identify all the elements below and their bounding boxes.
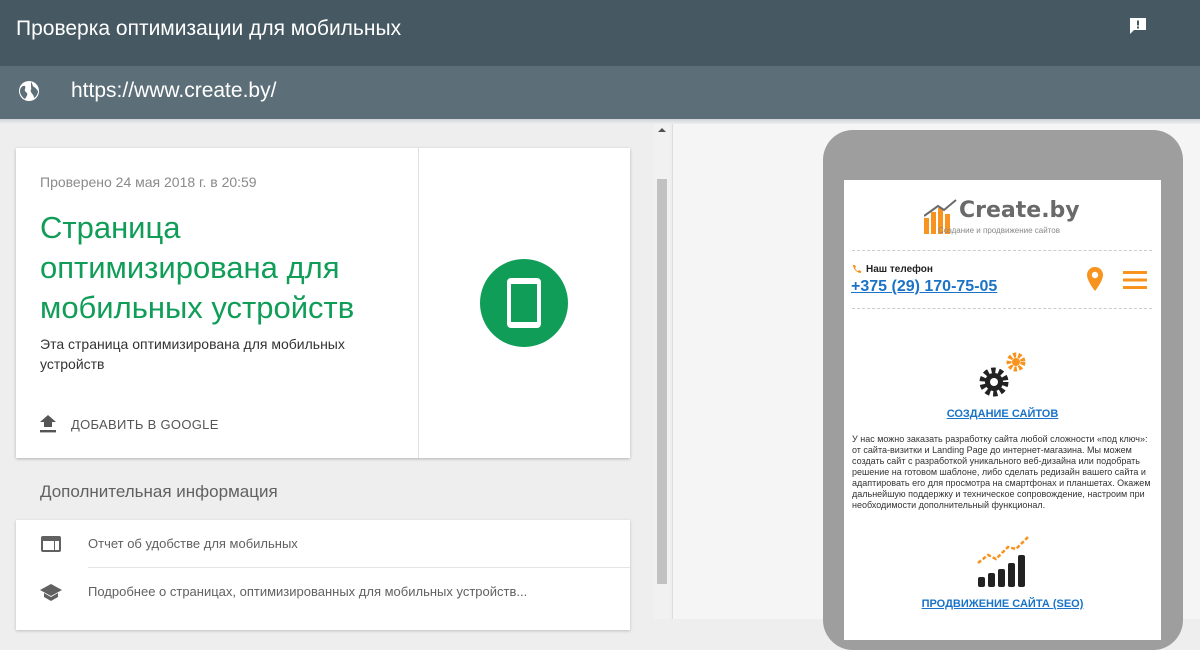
school-icon	[40, 584, 62, 601]
result-card: Проверено 24 мая 2018 г. в 20:59 Страниц…	[16, 148, 630, 458]
scrollbar-thumb[interactable]	[657, 179, 667, 584]
checked-timestamp: Проверено 24 мая 2018 г. в 20:59	[40, 174, 257, 190]
scroll-up-arrow-icon[interactable]	[658, 128, 666, 132]
globe-icon	[17, 79, 41, 103]
phone-label: Наш телефон	[866, 264, 933, 275]
list-item-label: Подробнее о страницах, оптимизированных …	[88, 584, 528, 599]
list-item-mobile-report[interactable]: Отчет об удобстве для мобильных	[16, 520, 630, 568]
preview-pane: Create.by Создание и продвижение сайтов …	[672, 124, 1200, 650]
result-description: Эта страница оптимизирована для мобильны…	[40, 336, 345, 372]
service-seo-link[interactable]: ПРОДВИЖЕНИЕ САЙТА (SEO)	[844, 598, 1161, 610]
add-to-google-label: ДОБАВИТЬ В GOOGLE	[71, 416, 219, 432]
web-report-icon	[41, 536, 61, 552]
feedback-icon[interactable]	[1128, 16, 1148, 36]
phone-handset-icon	[853, 265, 861, 273]
phone-number-link[interactable]: +375 (29) 170-75-05	[851, 278, 997, 296]
menu-icon[interactable]	[1123, 270, 1147, 290]
header-shadow	[0, 116, 1200, 124]
upload-icon	[40, 415, 56, 433]
map-pin-icon[interactable]	[1086, 266, 1104, 292]
card-divider	[418, 148, 419, 458]
list-item-label: Отчет об удобстве для мобильных	[88, 536, 298, 551]
divider	[852, 250, 1152, 251]
result-title: Страница оптимизирована для мобильных ус…	[40, 210, 355, 325]
list-item-learn-more[interactable]: Подробнее о страницах, оптимизированных …	[16, 568, 630, 616]
add-to-google-button[interactable]: ДОБАВИТЬ В GOOGLE	[40, 412, 219, 436]
service-create-sites-text: У нас можно заказать разработку сайта лю…	[852, 434, 1151, 510]
results-pane: Проверено 24 мая 2018 г. в 20:59 Страниц…	[0, 124, 672, 630]
scrollbar[interactable]	[654, 124, 670, 619]
logo-tagline: Создание и продвижение сайтов	[938, 226, 1060, 235]
url-bar: https://www.create.by/	[0, 66, 1200, 116]
gears-icon	[979, 352, 1026, 397]
mobile-phone-icon	[480, 259, 568, 347]
logo-text: Create.by	[959, 198, 1080, 223]
divider	[852, 308, 1152, 309]
tested-url: https://www.create.by/	[71, 79, 277, 102]
additional-info-list: Отчет об удобстве для мобильных Подробне…	[16, 520, 630, 630]
app-title: Проверка оптимизации для мобильных	[16, 17, 402, 40]
growth-chart-icon	[977, 536, 1029, 587]
phone-screen[interactable]: Create.by Создание и продвижение сайтов …	[844, 180, 1161, 640]
app-header: Проверка оптимизации для мобильных	[0, 0, 1200, 66]
additional-info-title: Дополнительная информация	[40, 482, 278, 501]
phone-frame: Create.by Создание и продвижение сайтов …	[823, 130, 1183, 650]
service-create-sites-link[interactable]: СОЗДАНИЕ САЙТОВ	[844, 408, 1161, 420]
